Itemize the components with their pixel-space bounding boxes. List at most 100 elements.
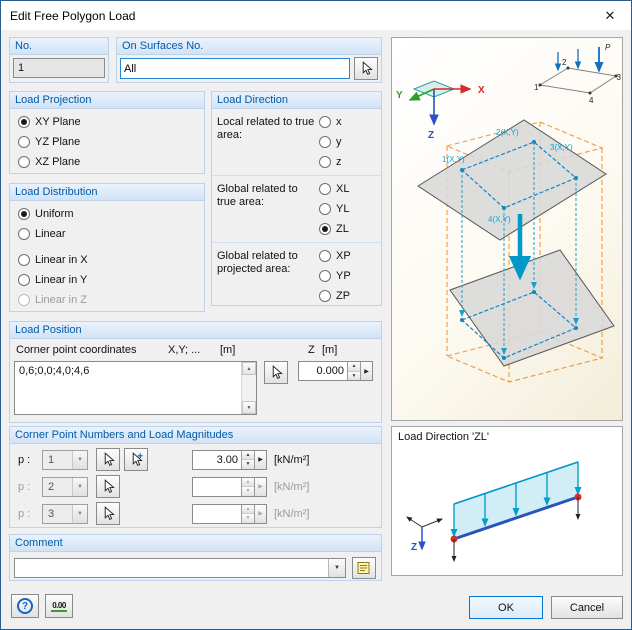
coordinates-format-label: X,Y; ... [168, 344, 201, 356]
radio-xy-plane[interactable]: XY Plane [18, 112, 196, 132]
mini-load-p-label: P [605, 43, 611, 52]
spin-down-icon: ▼ [242, 514, 254, 523]
spin-up-icon[interactable]: ▲ [348, 362, 360, 372]
pick-point-2-button[interactable] [96, 475, 120, 498]
z-unit-label: [m] [322, 344, 338, 356]
z-label: Z [308, 344, 315, 356]
radio-label: Uniform [35, 208, 74, 220]
z-coordinate-value[interactable]: 0.000 [299, 362, 347, 380]
spin-down-icon: ▼ [242, 487, 254, 496]
close-icon[interactable]: ✕ [589, 1, 631, 30]
pick-point-1-button[interactable] [96, 448, 120, 471]
cancel-button[interactable]: Cancel [551, 596, 623, 619]
textarea-scrollbar[interactable]: ▲ ▼ [241, 362, 256, 414]
direction-section-label: Global related to true area: [217, 183, 298, 208]
window-title: Edit Free Polygon Load [10, 8, 136, 23]
group-no: No. 1 [9, 37, 109, 83]
pick-cursor-icon [359, 61, 374, 76]
corner-point-select-2: 2 ▼ [42, 476, 88, 497]
radio-label: XZ Plane [35, 156, 81, 168]
corner-point-select-3: 3 ▼ [42, 503, 88, 524]
group-load-position-header: Load Position [10, 322, 381, 339]
radio-global-yp[interactable]: YP [319, 266, 377, 286]
spin-up-icon[interactable]: ▲ [242, 450, 254, 460]
ok-button[interactable]: OK [469, 596, 543, 619]
radio-global-zl[interactable]: ZL [319, 219, 377, 239]
corner-3-label: 3(X,Y) [550, 143, 573, 152]
radio-global-zp[interactable]: ZP [319, 286, 377, 306]
scroll-down-icon[interactable]: ▼ [242, 401, 256, 414]
radio-linear[interactable]: Linear [18, 224, 196, 244]
radio-yz-plane[interactable]: YZ Plane [18, 132, 196, 152]
spin-down-icon[interactable]: ▼ [242, 460, 254, 469]
mini-corner-3-label: 3 [617, 73, 622, 82]
surfaces-input[interactable] [120, 58, 350, 79]
radio-local-x[interactable]: x [319, 112, 377, 132]
pick-surfaces-button[interactable] [354, 57, 378, 80]
radio-icon [319, 203, 331, 215]
mini-corner-4-label: 4 [589, 96, 594, 105]
radio-label: YL [336, 203, 350, 215]
spin-down-icon[interactable]: ▼ [348, 371, 360, 380]
spinner-options-icon[interactable]: ▶ [254, 450, 266, 469]
group-comment-header: Comment [10, 535, 381, 552]
radio-icon [18, 208, 30, 220]
radio-linear-in-y[interactable]: Linear in Y [18, 270, 196, 290]
magnitude-row-2: p : 2 ▼ ▲ ▼ ▶ [kN/m²] [10, 475, 381, 498]
p-label: p : [18, 507, 31, 520]
help-button[interactable]: ? [11, 594, 39, 618]
radio-global-yl[interactable]: YL [319, 199, 377, 219]
pick-cursor-icon [101, 506, 116, 521]
group-load-projection: Load Projection XY Plane YZ Plane XZ Pla… [9, 91, 205, 174]
axis-y-label: Y [396, 90, 403, 101]
group-load-direction-header: Load Direction [212, 92, 381, 109]
coordinates-unit-label: [m] [220, 344, 236, 356]
radio-local-y[interactable]: y [319, 132, 377, 152]
combo-value: 2 [48, 480, 55, 493]
spin-up-icon: ▲ [242, 504, 254, 514]
chevron-down-icon: ▼ [72, 477, 87, 496]
spin-up-icon: ▲ [242, 477, 254, 487]
mini-corner-1-label: 1 [534, 83, 539, 92]
chevron-down-icon[interactable]: ▼ [328, 559, 345, 577]
comment-presets-button[interactable] [352, 557, 376, 579]
radio-icon [18, 136, 30, 148]
radio-label: XY Plane [35, 116, 81, 128]
polygon-load-3d-diagram: X Y Z 1 2 3 4 P 1(X,Y) 2(X,Y) 3(X,Y) 4(X… [396, 43, 622, 383]
pick-cursor-icon [269, 365, 284, 380]
radio-label: ZL [336, 223, 349, 235]
pick-point-3-button[interactable] [96, 502, 120, 525]
radio-local-z[interactable]: z [319, 152, 377, 172]
radio-icon [18, 254, 30, 266]
corner-4-label: 4(X,Y) [488, 215, 511, 224]
radio-global-xl[interactable]: XL [319, 179, 377, 199]
radio-global-xp[interactable]: XP [319, 246, 377, 266]
decimal-places-icon: 0.00 [51, 600, 67, 612]
magnitude-spinner-2: ▲ ▼ ▶ [192, 476, 267, 497]
group-comment: Comment ▼ [9, 534, 382, 581]
radio-icon [18, 156, 30, 168]
pick-cursor-icon [101, 479, 116, 494]
radio-label: x [336, 116, 342, 128]
radio-label: Linear [35, 228, 66, 240]
pick-new-point-button[interactable] [124, 448, 148, 471]
direction-section-label: Global related to projected area: [217, 250, 298, 275]
corner-coordinates-textarea[interactable]: 0,6;0,0;4,0;4,6 ▲ ▼ [14, 361, 257, 415]
comment-combobox[interactable]: ▼ [14, 558, 346, 578]
radio-icon [18, 116, 30, 128]
magnitude-spinner-1[interactable]: 3.00 ▲ ▼ ▶ [192, 449, 267, 470]
z-coordinate-spinner[interactable]: 0.000 ▲ ▼ ▶ [298, 361, 373, 381]
pick-corner-points-button[interactable] [264, 361, 288, 384]
decimal-places-button[interactable]: 0.00 [45, 594, 73, 618]
radio-uniform[interactable]: Uniform [18, 204, 196, 224]
corner-coordinates-label: Corner point coordinates [16, 344, 137, 356]
group-load-distribution: Load Distribution Uniform Linear Linear … [9, 183, 205, 312]
radio-linear-in-x[interactable]: Linear in X [18, 250, 196, 270]
spinner-options-icon[interactable]: ▶ [360, 362, 372, 380]
magnitude-value-1[interactable]: 3.00 [193, 451, 241, 469]
chevron-down-icon: ▼ [72, 450, 87, 469]
group-load-distribution-header: Load Distribution [10, 184, 204, 201]
radio-xz-plane[interactable]: XZ Plane [18, 152, 196, 172]
magnitude-row-1: p : 1 ▼ 3.00 ▲ ▼ ▶ [kN/m²] [10, 448, 381, 471]
scroll-up-icon[interactable]: ▲ [242, 362, 256, 375]
